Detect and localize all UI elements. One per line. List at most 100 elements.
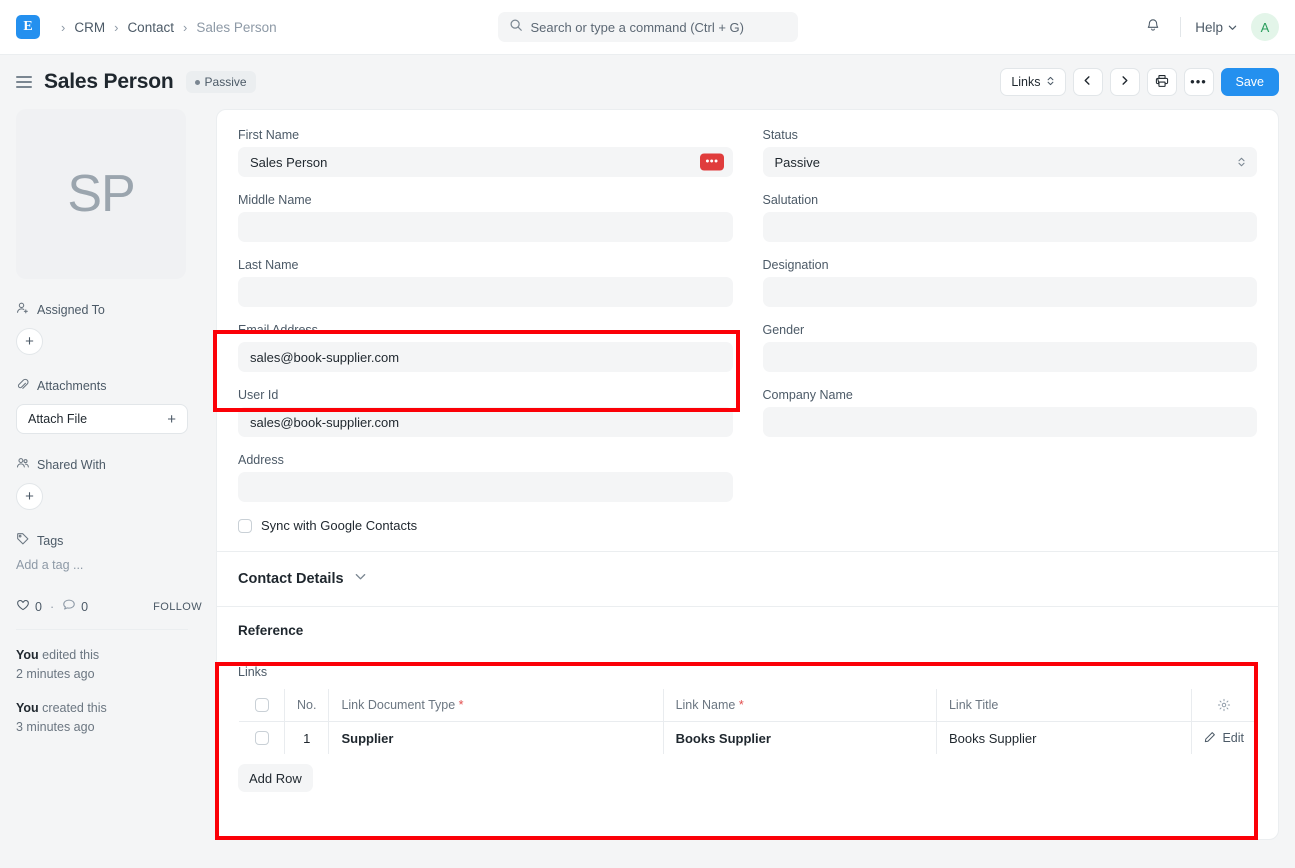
add-share-button[interactable]: + — [16, 483, 43, 510]
field-company-name: Company Name — [763, 388, 1258, 437]
links-dropdown-button[interactable]: Links — [1000, 68, 1065, 96]
sidebar-divider — [16, 629, 188, 630]
assigned-to-section: Assigned To + — [16, 301, 202, 355]
search-input[interactable] — [531, 20, 787, 35]
salutation-label: Salutation — [763, 193, 1258, 207]
activity-time: 2 minutes ago — [16, 667, 95, 681]
print-button[interactable] — [1147, 68, 1177, 96]
more-options-button[interactable]: ••• — [1184, 68, 1214, 96]
sidebar-toggle-icon[interactable] — [16, 76, 32, 87]
address-label: Address — [238, 453, 733, 467]
address-control[interactable] — [238, 472, 733, 502]
contact-form-grid: First Name ••• Status Passive — [217, 110, 1278, 518]
email-address-input[interactable] — [250, 350, 721, 365]
breadcrumb-item-contact[interactable]: Contact — [127, 20, 174, 35]
gear-icon[interactable] — [1204, 698, 1244, 712]
select-all-checkbox[interactable] — [251, 698, 272, 712]
assigned-to-label-row: Assigned To — [16, 301, 202, 318]
contact-details-section-header[interactable]: Contact Details — [217, 552, 1278, 606]
activity-item-created: You created this 3 minutes ago — [16, 699, 202, 738]
middle-name-control[interactable] — [238, 212, 733, 242]
field-designation: Designation — [763, 258, 1258, 307]
attach-file-button[interactable]: Attach File + — [16, 404, 188, 434]
user-avatar[interactable]: A — [1251, 13, 1279, 41]
page-header: Sales Person Passive Links — [0, 55, 1295, 109]
row-edit-cell[interactable]: Edit — [1192, 722, 1257, 755]
middle-name-input[interactable] — [250, 220, 721, 235]
first-name-input[interactable] — [250, 155, 721, 170]
field-last-name: Last Name — [238, 258, 733, 307]
header-link-name: Link Name * — [663, 689, 936, 722]
email-address-control[interactable] — [238, 342, 733, 372]
designation-label: Designation — [763, 258, 1258, 272]
next-document-button[interactable] — [1110, 68, 1140, 96]
table-header-row: No. Link Document Type * Link Name * Lin… — [239, 689, 1257, 722]
page-layout: SP Assigned To + Atta — [0, 109, 1295, 868]
chevron-updown-icon — [1237, 156, 1246, 169]
field-middle-name: Middle Name — [238, 193, 733, 242]
activity-item-edited: You edited this 2 minutes ago — [16, 646, 202, 685]
like-button[interactable]: 0 — [16, 598, 42, 615]
table-row[interactable]: 1 Supplier Books Supplier Books Supplier — [239, 722, 1257, 755]
first-name-control[interactable]: ••• — [238, 147, 733, 177]
attach-file-label: Attach File — [28, 412, 87, 426]
last-name-control[interactable] — [238, 277, 733, 307]
first-name-label: First Name — [238, 128, 733, 142]
gender-control[interactable] — [763, 342, 1258, 372]
required-asterisk: * — [459, 698, 464, 712]
activity-action: edited this — [39, 648, 99, 662]
chevron-right-icon — [1119, 75, 1130, 89]
row-checkbox[interactable] — [251, 731, 272, 745]
cell-link-name[interactable]: Books Supplier — [663, 722, 936, 755]
salutation-control[interactable] — [763, 212, 1258, 242]
chevron-left-icon — [1082, 75, 1093, 89]
email-address-label: Email Address — [238, 323, 733, 337]
page-title: Sales Person — [44, 70, 174, 94]
ellipsis-icon: ••• — [1190, 78, 1207, 86]
app-logo[interactable]: E — [16, 15, 40, 39]
attachments-label-row: Attachments — [16, 377, 202, 394]
edit-row-button[interactable]: Edit — [1204, 731, 1244, 746]
plus-icon: + — [167, 411, 176, 428]
page-header-actions: Links — [1000, 68, 1279, 96]
cell-link-document-type[interactable]: Supplier — [329, 722, 663, 755]
user-id-input[interactable] — [250, 415, 721, 430]
form-grid-spacer — [763, 453, 1258, 518]
links-table-body: 1 Supplier Books Supplier Books Supplier — [239, 722, 1257, 755]
status-select[interactable]: Passive — [763, 147, 1258, 177]
company-name-input[interactable] — [775, 415, 1246, 430]
user-id-control[interactable] — [238, 407, 733, 437]
activity-actor: You — [16, 701, 39, 715]
notifications-button[interactable] — [1140, 14, 1166, 40]
company-name-control[interactable] — [763, 407, 1258, 437]
tag-icon — [16, 532, 30, 549]
add-assignment-button[interactable]: + — [16, 328, 43, 355]
add-row-button[interactable]: Add Row — [238, 764, 313, 792]
document-avatar[interactable]: SP — [16, 109, 186, 279]
first-name-dots-badge[interactable]: ••• — [700, 154, 723, 171]
designation-input[interactable] — [775, 285, 1246, 300]
tags-label: Tags — [37, 534, 63, 548]
chevron-down-icon — [1228, 20, 1237, 35]
designation-control[interactable] — [763, 277, 1258, 307]
address-input[interactable] — [250, 480, 721, 495]
sync-google-contacts-checkbox[interactable] — [238, 519, 252, 533]
breadcrumb-item-crm[interactable]: CRM — [74, 20, 105, 35]
form-card: First Name ••• Status Passive — [216, 109, 1279, 840]
grid-settings-header[interactable] — [1192, 689, 1257, 722]
navbar-divider — [1180, 17, 1181, 37]
salutation-input[interactable] — [775, 220, 1246, 235]
last-name-input[interactable] — [250, 285, 721, 300]
gender-input[interactable] — [775, 350, 1246, 365]
sync-google-contacts-row[interactable]: Sync with Google Contacts — [217, 516, 1278, 533]
save-button[interactable]: Save — [1221, 68, 1280, 96]
comment-button[interactable]: 0 — [62, 598, 88, 615]
activity-time: 3 minutes ago — [16, 720, 95, 734]
previous-document-button[interactable] — [1073, 68, 1103, 96]
search-box[interactable] — [498, 12, 798, 42]
cell-link-title[interactable]: Books Supplier — [936, 722, 1191, 755]
help-menu-button[interactable]: Help — [1195, 20, 1237, 35]
header-link-document-type-label: Link Document Type — [341, 698, 455, 712]
add-tag-input[interactable]: Add a tag ... — [16, 558, 202, 572]
follow-button[interactable]: FOLLOW — [153, 601, 202, 613]
